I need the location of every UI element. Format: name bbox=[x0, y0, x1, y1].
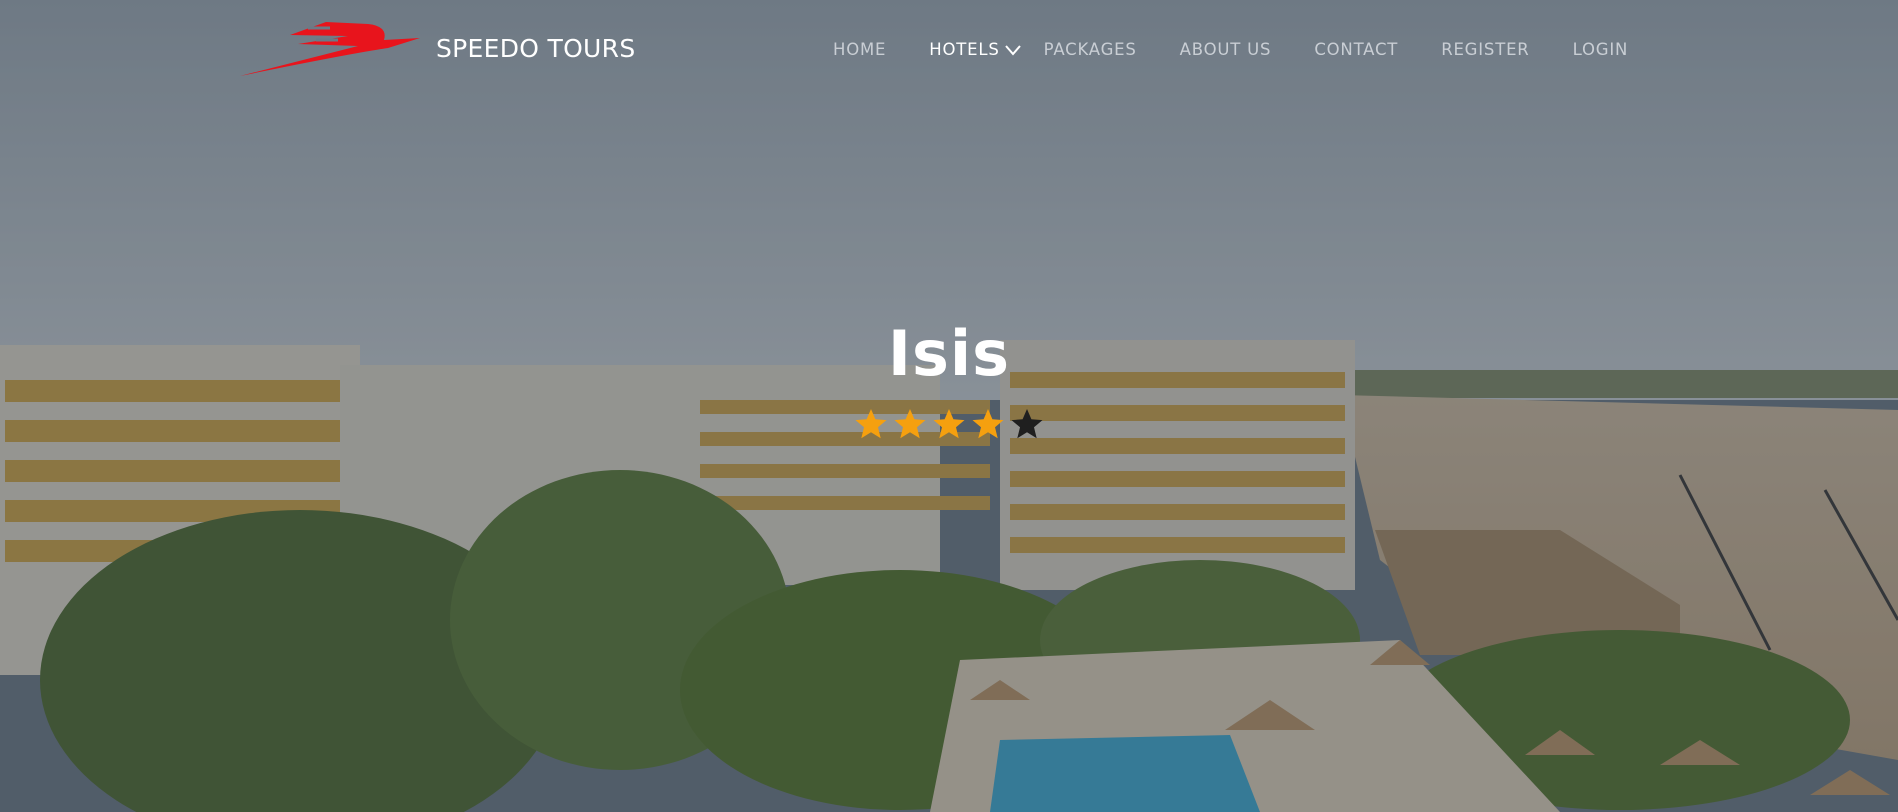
main-navigation: HOME HOTELS PACKAGES ABOUT US CONTACT RE… bbox=[833, 40, 1671, 59]
top-navbar: SPEEDO TOURS HOME HOTELS PACKAGES ABOUT … bbox=[0, 0, 1898, 100]
nav-packages[interactable]: PACKAGES bbox=[1044, 40, 1137, 59]
nav-login[interactable]: LOGIN bbox=[1573, 40, 1629, 59]
star-empty-icon bbox=[1011, 409, 1043, 439]
star-filled-icon bbox=[972, 409, 1004, 439]
hero-content: Isis bbox=[0, 318, 1898, 440]
nav-contact[interactable]: CONTACT bbox=[1314, 40, 1398, 59]
nav-about-us[interactable]: ABOUT US bbox=[1180, 40, 1272, 59]
speed-swoosh-logo-icon bbox=[240, 22, 420, 76]
nav-home[interactable]: HOME bbox=[833, 40, 886, 59]
brand-name: SPEEDO TOURS bbox=[436, 33, 636, 63]
nav-hotels[interactable]: HOTELS bbox=[929, 40, 1021, 59]
star-rating bbox=[0, 408, 1898, 440]
nav-register[interactable]: REGISTER bbox=[1441, 40, 1529, 59]
nav-hotels-label: HOTELS bbox=[929, 40, 1000, 59]
chevron-down-icon[interactable] bbox=[1004, 44, 1022, 56]
star-filled-icon bbox=[855, 409, 887, 439]
star-filled-icon bbox=[933, 409, 965, 439]
star-filled-icon bbox=[894, 409, 926, 439]
brand-link[interactable]: SPEEDO TOURS bbox=[238, 18, 636, 78]
hotel-title: Isis bbox=[887, 317, 1011, 390]
